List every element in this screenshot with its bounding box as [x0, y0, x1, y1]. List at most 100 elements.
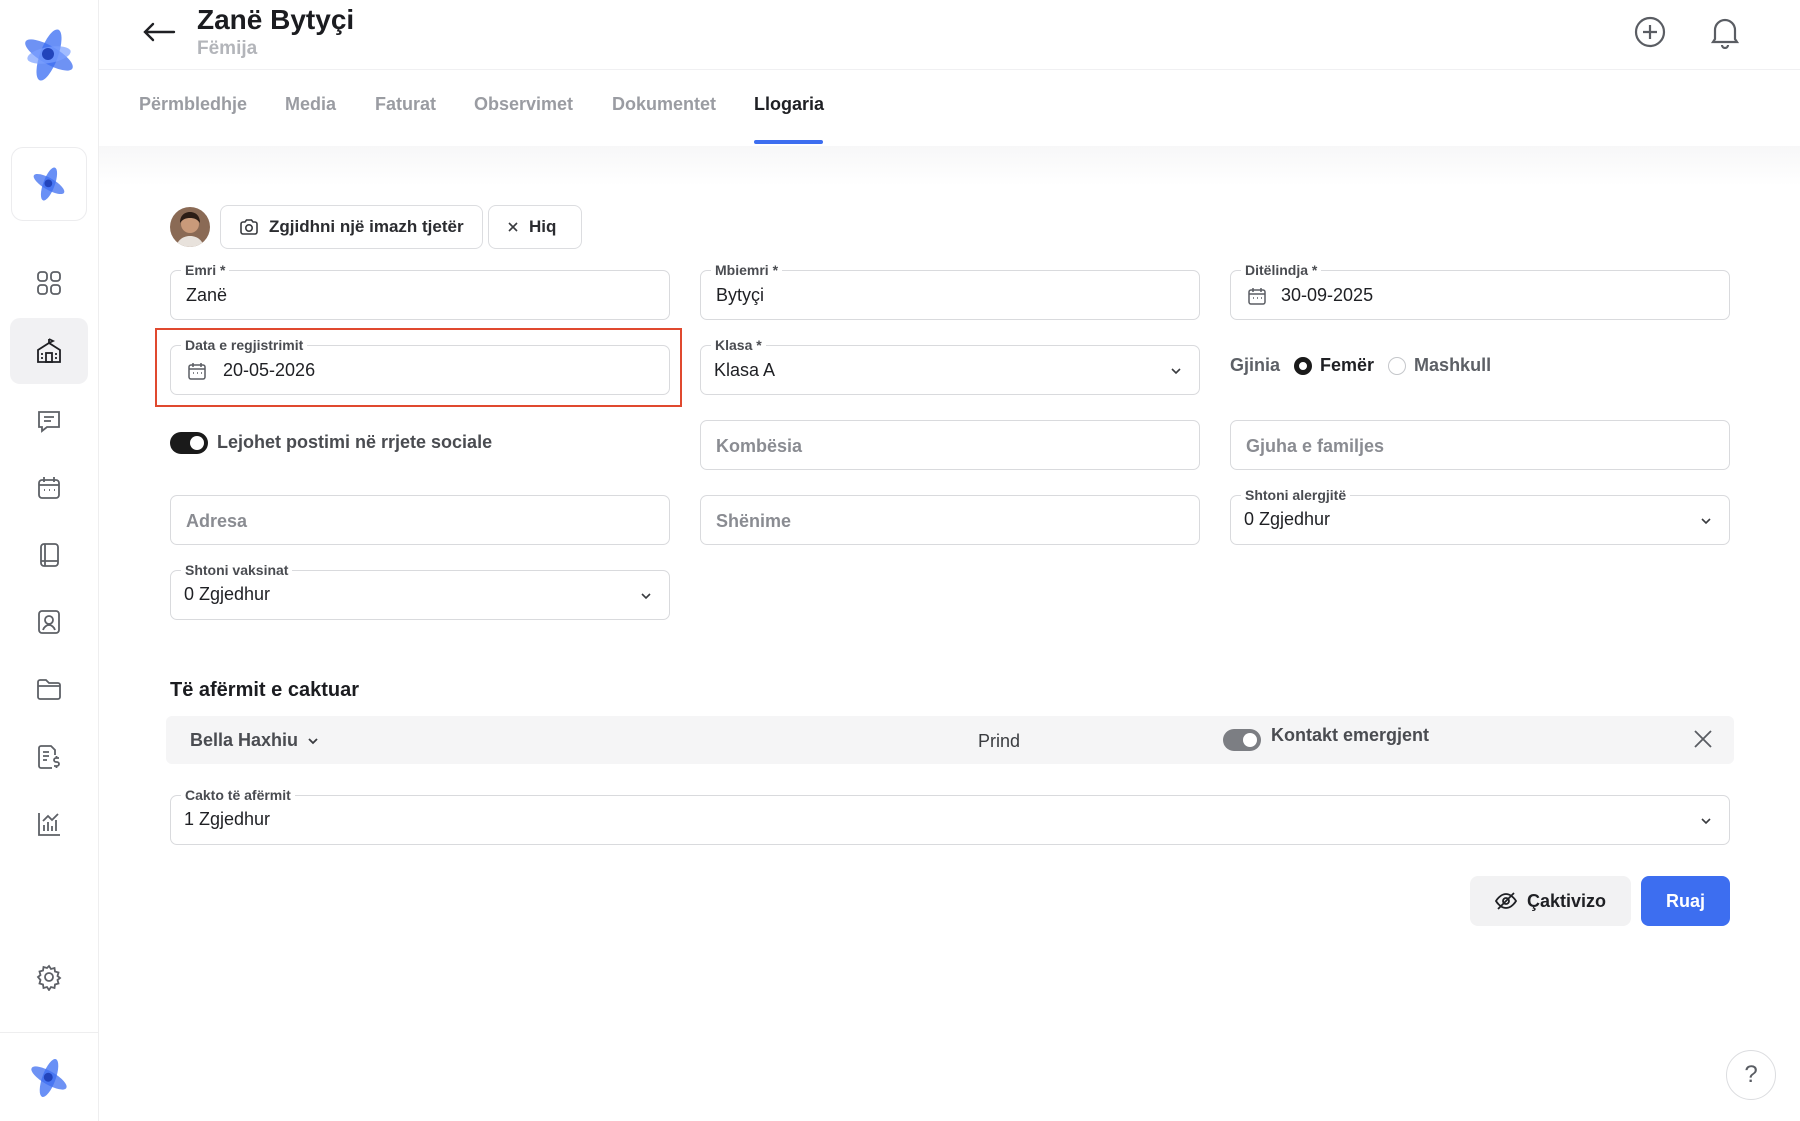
deactivate-button[interactable]: Çaktivizo: [1470, 876, 1631, 926]
assign-relatives-value: 1 Zgjedhur: [184, 809, 271, 829]
organization-card[interactable]: [11, 147, 87, 221]
relative-name-dropdown[interactable]: Bella Haxhiu: [190, 730, 320, 751]
arrow-left-icon: [143, 22, 176, 42]
allergies-select[interactable]: Shtoni alergjitë 0 Zgjedhur: [1230, 487, 1730, 545]
sidebar-item-settings[interactable]: [10, 944, 88, 1010]
remove-image-button[interactable]: Hiq: [488, 205, 582, 249]
notes-field[interactable]: Shënime: [700, 495, 1200, 545]
messages-icon: [38, 411, 60, 433]
chevron-down-icon: [1699, 514, 1713, 528]
birthdate-field[interactable]: Ditëlindja * 30-09-2025: [1230, 262, 1730, 320]
reports-icon: [38, 813, 60, 836]
sidebar-item-notebook[interactable]: [10, 522, 88, 588]
sidebar-item-dashboard[interactable]: [10, 250, 88, 316]
nationality-placeholder: Kombësia: [716, 436, 803, 456]
emergency-contact-toggle[interactable]: [1223, 729, 1261, 751]
sidebar-item-folders[interactable]: [10, 656, 88, 722]
chevron-down-icon: [1699, 814, 1713, 828]
tab-account[interactable]: Llogaria: [754, 94, 824, 115]
address-field[interactable]: Adresa: [170, 495, 670, 545]
sidebar-item-billing[interactable]: [10, 724, 88, 790]
last-name-value: Bytyçi: [716, 285, 765, 305]
gender-option-male[interactable]: Mashkull: [1414, 355, 1491, 376]
vaccines-label: Shtoni vaksinat: [181, 562, 293, 578]
relative-name: Bella Haxhiu: [190, 730, 299, 750]
help-button[interactable]: ?: [1726, 1050, 1776, 1100]
class-select[interactable]: Klasa * Klasa A: [700, 337, 1200, 395]
tab-invoices[interactable]: Faturat: [375, 94, 436, 115]
bell-icon: [1710, 18, 1740, 49]
sidebar-item-messages[interactable]: [10, 388, 88, 454]
notifications-button[interactable]: [1705, 12, 1745, 52]
gender-option-female[interactable]: Femër: [1320, 355, 1374, 376]
tab-documents[interactable]: Dokumentet: [612, 94, 716, 115]
social-posting-label: Lejohet postimi në rrjete sociale: [217, 432, 493, 452]
first-name-value: Zanë: [186, 285, 228, 305]
calendar-icon: [1247, 286, 1267, 306]
social-posting-toggle[interactable]: [170, 432, 208, 454]
last-name-field[interactable]: Mbiemri * Bytyçi: [700, 262, 1200, 320]
tab-observations[interactable]: Observimet: [474, 94, 573, 115]
dashboard-icon: [37, 271, 61, 295]
sidebar-item-calendar[interactable]: [10, 455, 88, 521]
add-button[interactable]: [1630, 12, 1670, 52]
settings-icon: [36, 964, 62, 991]
school-icon: [37, 338, 61, 363]
class-value: Klasa A: [714, 360, 776, 380]
chevron-down-icon: [1169, 364, 1183, 378]
gender-radio-male[interactable]: [1388, 356, 1407, 375]
relative-role: Prind: [978, 731, 1021, 751]
billing-icon: [38, 745, 60, 769]
tab-bar: Përmbledhje Media Faturat Observimet Dok…: [99, 70, 1800, 146]
choose-image-label: Zgjidhni një imazh tjetër: [269, 217, 464, 236]
sidebar-item-reports[interactable]: [10, 791, 88, 857]
gender-radio-female[interactable]: [1294, 356, 1313, 375]
camera-icon: [240, 219, 258, 235]
first-name-label: Emri *: [181, 262, 230, 278]
save-button[interactable]: Ruaj: [1641, 876, 1730, 926]
sidebar-item-contacts[interactable]: [10, 589, 88, 655]
child-avatar: [170, 207, 210, 247]
family-language-field[interactable]: Gjuha e familjes: [1230, 420, 1730, 470]
folder-icon: [37, 679, 61, 700]
tab-media[interactable]: Media: [285, 94, 336, 115]
app-logo[interactable]: [18, 24, 80, 86]
notes-placeholder: Shënime: [716, 511, 792, 531]
registration-date-field[interactable]: Data e regjistrimit 20-05-2026: [170, 337, 670, 395]
gender-label: Gjinia: [1230, 355, 1281, 375]
active-tab-indicator: [754, 140, 823, 144]
vaccines-select[interactable]: Shtoni vaksinat 0 Zgjedhur: [170, 562, 670, 620]
remove-relative-button[interactable]: [1692, 728, 1714, 750]
chevron-down-icon: [308, 737, 318, 744]
registration-date-label: Data e regjistrimit: [181, 337, 308, 353]
back-button[interactable]: [139, 14, 179, 50]
remove-image-label: Hiq: [529, 217, 557, 236]
page-header: Zanë Bytyçi Fëmija: [99, 0, 1800, 70]
page-subtitle: Fëmija: [197, 38, 258, 59]
sidebar-item-school[interactable]: [10, 318, 88, 384]
notebook-icon: [40, 543, 59, 567]
family-language-placeholder: Gjuha e familjes: [1246, 436, 1385, 456]
calendar-icon: [38, 477, 60, 499]
choose-image-button[interactable]: Zgjidhni një imazh tjetër: [220, 205, 483, 249]
chevron-down-icon: [639, 589, 653, 603]
organization-logo-icon: [33, 167, 65, 201]
user-org-logo[interactable]: [26, 1055, 72, 1101]
eye-off-icon: [1494, 892, 1517, 910]
gender-group: Gjinia Femër Mashkull: [1230, 355, 1505, 376]
nationality-field[interactable]: Kombësia: [700, 420, 1200, 470]
address-placeholder: Adresa: [186, 511, 248, 531]
sidebar-divider: [0, 1032, 99, 1033]
first-name-field[interactable]: Emri * Zanë: [170, 262, 670, 320]
calendar-icon: [187, 361, 207, 381]
assign-relatives-select[interactable]: Cakto të afërmit 1 Zgjedhur: [170, 787, 1730, 845]
x-icon: [508, 222, 518, 232]
assign-relatives-label: Cakto të afërmit: [181, 787, 295, 803]
allergies-value: 0 Zgjedhur: [1244, 509, 1331, 529]
content-shade: [99, 146, 1800, 186]
vaccines-value: 0 Zgjedhur: [184, 584, 271, 604]
allergies-label: Shtoni alergjitë: [1241, 487, 1351, 503]
close-icon: [1694, 730, 1712, 748]
tab-overview[interactable]: Përmbledhje: [139, 94, 247, 115]
deactivate-label: Çaktivizo: [1526, 890, 1607, 911]
